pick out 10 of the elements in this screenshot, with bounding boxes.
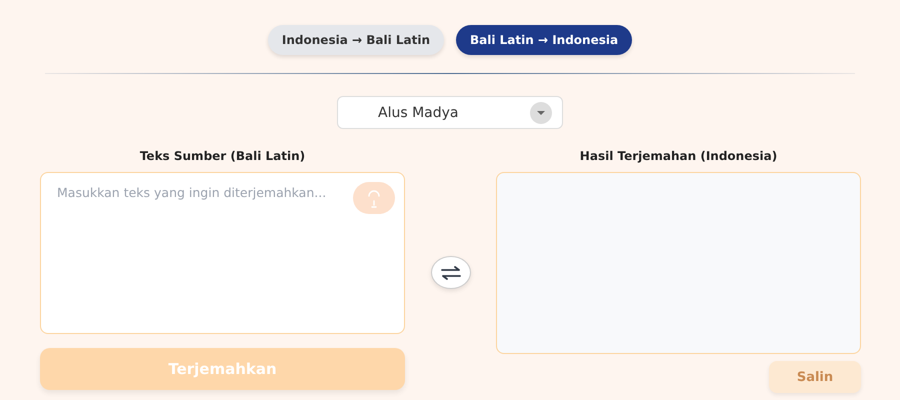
direction-tab[interactable]: Bali Latin → Indonesia (456, 25, 632, 55)
caret-icon (530, 102, 552, 124)
swap-arrows-icon (440, 266, 462, 280)
source-label: Teks Sumber (Bali Latin) (138, 149, 306, 165)
source-text-field[interactable]: Masukkan teks yang ingin diterjemahkan... (40, 172, 405, 334)
dropdown-value: Alus Madya (378, 104, 458, 120)
direction-tab[interactable]: Indonesia → Bali Latin (268, 25, 444, 55)
register-dropdown[interactable]: Alus Madya (337, 96, 563, 129)
swap-button[interactable] (430, 256, 470, 289)
result-label: Hasil Terjemahan (Indonesia) (578, 149, 778, 165)
